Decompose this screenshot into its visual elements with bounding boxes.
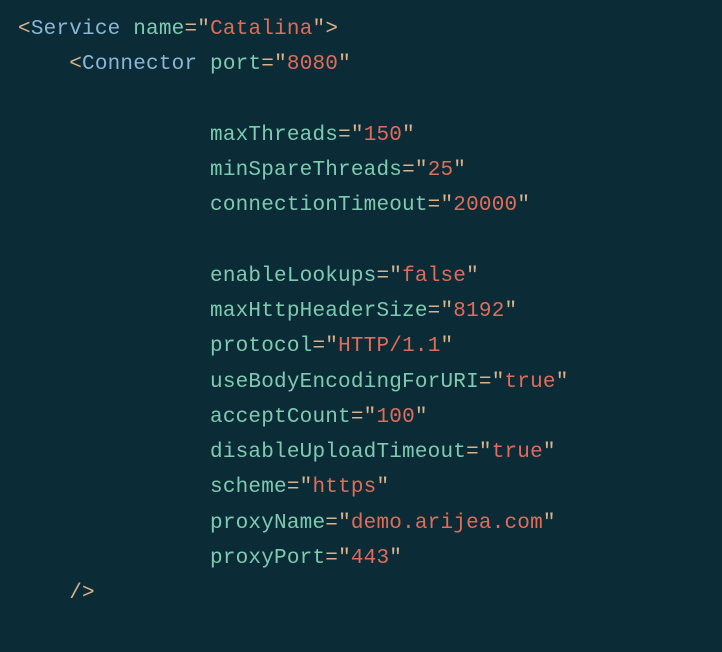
xml-punct: " bbox=[517, 194, 530, 217]
xml-punct bbox=[18, 406, 210, 429]
xml-attr-name: disableUploadTimeout bbox=[210, 441, 466, 464]
xml-punct: " bbox=[415, 406, 428, 429]
xml-attr-name: protocol bbox=[210, 335, 312, 358]
xml-punct: " bbox=[389, 547, 402, 570]
xml-punct: " bbox=[556, 371, 569, 394]
xml-punct: = bbox=[184, 18, 197, 41]
xml-attr-value: 25 bbox=[428, 159, 454, 182]
xml-attr-name: name bbox=[133, 18, 184, 41]
xml-punct: " bbox=[300, 476, 313, 499]
xml-punct: = bbox=[287, 476, 300, 499]
xml-attr-name: maxHttpHeaderSize bbox=[210, 300, 428, 323]
xml-punct: " bbox=[351, 124, 364, 147]
xml-punct: = bbox=[312, 335, 325, 358]
xml-attr-value: 8192 bbox=[453, 300, 504, 323]
xml-punct bbox=[18, 194, 210, 217]
xml-punct: < bbox=[18, 18, 31, 41]
xml-punct: = bbox=[402, 159, 415, 182]
xml-attr-name: maxThreads bbox=[210, 124, 338, 147]
xml-punct: /> bbox=[18, 582, 95, 605]
xml-attr-name: port bbox=[210, 53, 261, 76]
xml-tag: Connector bbox=[82, 53, 197, 76]
xml-punct: " bbox=[364, 406, 377, 429]
xml-punct: " bbox=[453, 159, 466, 182]
xml-punct bbox=[120, 18, 133, 41]
xml-punct: = bbox=[351, 406, 364, 429]
xml-attr-name: acceptCount bbox=[210, 406, 351, 429]
xml-punct bbox=[18, 265, 210, 288]
xml-attr-value: demo.arijea.com bbox=[351, 512, 543, 535]
xml-punct: " bbox=[338, 547, 351, 570]
xml-attr-value: false bbox=[402, 265, 466, 288]
xml-punct: " bbox=[479, 441, 492, 464]
xml-punct bbox=[18, 512, 210, 535]
xml-attr-value: 8080 bbox=[287, 53, 338, 76]
xml-tag: Service bbox=[31, 18, 121, 41]
xml-punct: " bbox=[543, 441, 556, 464]
xml-attr-value: 20000 bbox=[453, 194, 517, 217]
xml-punct: " bbox=[441, 335, 454, 358]
xml-punct: " bbox=[505, 300, 518, 323]
xml-attr-value: Catalina bbox=[210, 18, 312, 41]
xml-punct: = bbox=[338, 124, 351, 147]
xml-punct: " bbox=[402, 124, 415, 147]
xml-attr-value: true bbox=[505, 371, 556, 394]
xml-punct: = bbox=[325, 512, 338, 535]
xml-attr-name: enableLookups bbox=[210, 265, 376, 288]
xml-attr-name: useBodyEncodingForURI bbox=[210, 371, 479, 394]
xml-punct: = bbox=[325, 547, 338, 570]
xml-punct bbox=[18, 476, 210, 499]
xml-punct: = bbox=[428, 300, 441, 323]
xml-attr-value: https bbox=[312, 476, 376, 499]
xml-attr-value: true bbox=[492, 441, 543, 464]
xml-punct: " bbox=[338, 53, 351, 76]
xml-punct bbox=[18, 371, 210, 394]
xml-punct: " bbox=[440, 194, 453, 217]
xml-punct: " bbox=[466, 265, 479, 288]
xml-punct: " bbox=[197, 18, 210, 41]
xml-attr-value: 443 bbox=[351, 547, 389, 570]
xml-punct bbox=[197, 53, 210, 76]
xml-punct bbox=[18, 335, 210, 358]
xml-attr-value: 100 bbox=[376, 406, 414, 429]
xml-code-block: <Service name="Catalina"> <Connector por… bbox=[0, 0, 722, 630]
xml-punct: " bbox=[492, 371, 505, 394]
xml-punct bbox=[18, 300, 210, 323]
xml-punct: " bbox=[325, 335, 338, 358]
xml-punct: " bbox=[274, 53, 287, 76]
xml-attr-name: minSpareThreads bbox=[210, 159, 402, 182]
xml-attr-value: 150 bbox=[364, 124, 402, 147]
xml-punct bbox=[18, 124, 210, 147]
xml-attr-name: proxyName bbox=[210, 512, 325, 535]
xml-punct: " bbox=[415, 159, 428, 182]
xml-punct: " bbox=[313, 18, 326, 41]
xml-attr-name: proxyPort bbox=[210, 547, 325, 570]
xml-punct bbox=[18, 547, 210, 570]
xml-punct bbox=[18, 441, 210, 464]
xml-punct: " bbox=[389, 265, 402, 288]
xml-punct: = bbox=[479, 371, 492, 394]
xml-punct: > bbox=[325, 18, 338, 41]
xml-punct: = bbox=[376, 265, 389, 288]
xml-attr-name: scheme bbox=[210, 476, 287, 499]
xml-punct: = bbox=[428, 194, 441, 217]
xml-punct: " bbox=[440, 300, 453, 323]
xml-punct: < bbox=[18, 53, 82, 76]
xml-punct bbox=[18, 159, 210, 182]
xml-punct: = bbox=[466, 441, 479, 464]
xml-punct: " bbox=[543, 512, 556, 535]
xml-attr-name: connectionTimeout bbox=[210, 194, 428, 217]
xml-punct: " bbox=[376, 476, 389, 499]
xml-punct: = bbox=[261, 53, 274, 76]
xml-attr-value: HTTP/1.1 bbox=[338, 335, 440, 358]
xml-punct: " bbox=[338, 512, 351, 535]
